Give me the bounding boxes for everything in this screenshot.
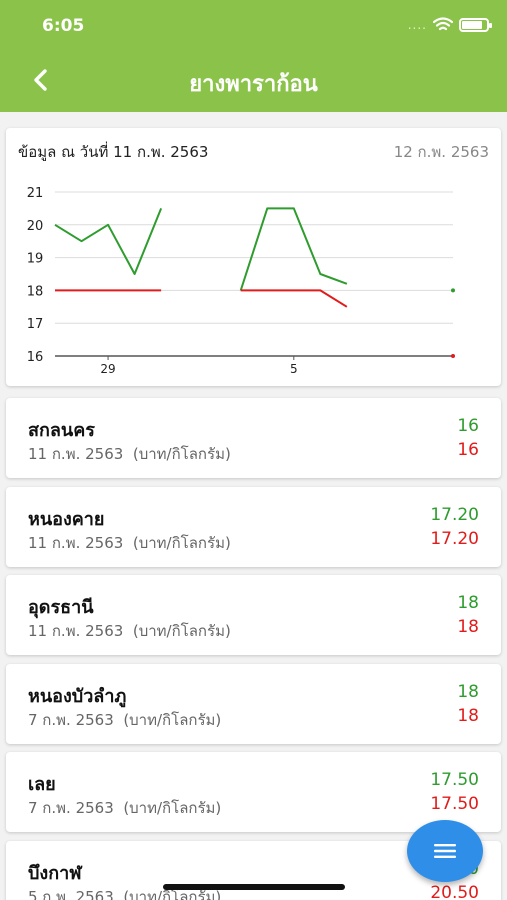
price-unit: (บาท/กิโลกรัม) [123, 710, 222, 729]
price-unit: (บาท/กิโลกรัม) [132, 445, 231, 463]
price-line-chart: 16 17 18 19 20 21 29 5 [27, 186, 455, 376]
price-high: 18 [457, 593, 479, 613]
price-date: 7 ก.พ. 2563 [28, 799, 114, 817]
price-low: 18 [457, 705, 479, 726]
province-date-unit: 7 ก.พ. 2563 (บาท/กิโลกรัม) [28, 796, 221, 820]
series-line [240, 289, 348, 308]
province-list-item[interactable]: สกลนคร 11 ก.พ. 2563 (บาท/กิโลกรัม) 16 16 [6, 398, 501, 478]
x-tick-label: 29 [100, 362, 115, 376]
province-name: หนองคาย [28, 508, 105, 530]
province-date-unit: 11 ก.พ. 2563 (บาท/กิโลกรัม) [28, 619, 231, 643]
province-date-unit: 11 ก.พ. 2563 (บาท/กิโลกรัม) [28, 442, 231, 466]
signal-icon: .... [407, 17, 427, 32]
x-tick-label: 5 [290, 362, 298, 376]
series-point [451, 288, 455, 293]
page-title: ยางพาราก้อน [189, 72, 318, 97]
province-name: หนองบัวลำภู [28, 685, 127, 707]
status-icons: .... [407, 17, 492, 32]
province-name: เลย [28, 774, 56, 795]
series-line [239, 207, 348, 291]
app-bar: ยางพาราก้อน [0, 50, 507, 112]
series-point [451, 354, 455, 358]
price-high: 16 [457, 416, 479, 436]
price-low: 17.50 [430, 794, 479, 814]
price-chart-card: ข้อมูล ณ วันที่ 11 ก.พ. 2563 12 ก.พ. 256… [6, 128, 501, 386]
price-unit: (บาท/กิโลกรัม) [132, 622, 231, 640]
y-tick-label: 18 [27, 284, 44, 299]
wifi-icon [433, 17, 453, 31]
y-tick-label: 21 [27, 186, 44, 201]
price-low: 20.50 [430, 882, 479, 900]
price-date: 11 ก.พ. 2563 [28, 445, 124, 463]
province-name: บึงกาฬ [28, 862, 82, 884]
price-unit: (บาท/กิโลกรัม) [123, 799, 222, 817]
status-bar: 6:05 .... [0, 0, 507, 50]
price-date: 11 ก.พ. 2563 [28, 622, 124, 640]
battery-icon [459, 17, 492, 32]
y-tick-label: 17 [27, 317, 44, 332]
province-list-item[interactable]: หนองคาย 11 ก.พ. 2563 (บาท/กิโลกรัม) 17.20 1… [6, 486, 501, 567]
home-indicator [163, 884, 345, 890]
price-low: 18 [457, 617, 479, 637]
price-date: 7 ก.พ. 2563 [28, 710, 114, 729]
province-name: อุดรธานี [28, 597, 94, 618]
price-low: 17.20 [430, 528, 479, 549]
province-date-unit: 7 ก.พ. 2563 (บาท/กิโลกรัม) [28, 708, 221, 732]
battery-level [462, 20, 483, 29]
status-time: 6:05 [42, 16, 85, 36]
price-low: 16 [457, 440, 479, 460]
province-list-item[interactable]: อุดรธานี 11 ก.พ. 2563 (บาท/กิโลกรัม) 18 18 [6, 575, 501, 655]
province-list-item[interactable]: เลย 7 ก.พ. 2563 (บาท/กิโลกรัม) 17.50 17.50 [6, 752, 501, 832]
y-tick-label: 19 [27, 252, 44, 267]
price-high: 17.20 [430, 504, 479, 525]
price-date: 11 ก.พ. 2563 [28, 533, 124, 552]
price-unit: (บาท/กิโลกรัม) [132, 533, 231, 552]
province-name: สกลนคร [28, 420, 95, 441]
y-tick-label: 16 [27, 350, 44, 365]
price-date: 5 ก.พ. 2563 [28, 887, 114, 900]
y-tick-label: 20 [27, 219, 44, 234]
menu-icon [434, 844, 456, 858]
series-line [54, 208, 163, 275]
price-high: 18 [457, 681, 479, 702]
price-high: 17.50 [430, 770, 479, 790]
province-list-item[interactable]: หนองบัวลำภู 7 ก.พ. 2563 (บาท/กิโลกรัม) 18 1… [6, 663, 501, 744]
province-date-unit: 11 ก.พ. 2563 (บาท/กิโลกรัม) [28, 531, 231, 555]
menu-fab-button[interactable] [407, 820, 483, 882]
